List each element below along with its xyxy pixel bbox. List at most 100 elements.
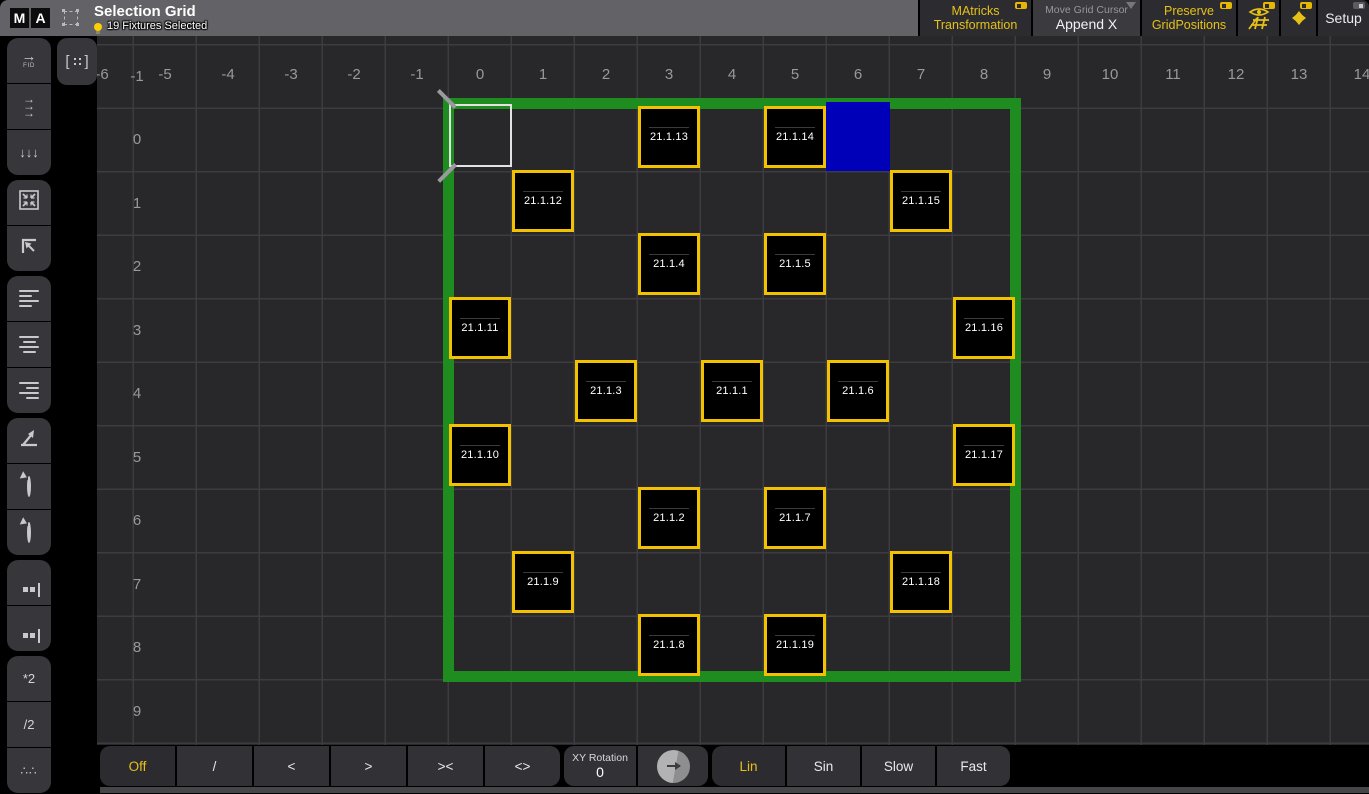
fixture-cell-21.1.13[interactable]: 21.1.13 — [638, 106, 700, 168]
fixture-id: 21.1.14 — [776, 131, 814, 143]
row-header-4[interactable]: 4 — [107, 385, 167, 402]
xy-rotation-knob-cell — [638, 746, 708, 786]
align-left-button[interactable] — [7, 276, 51, 321]
modes-group: LinSinSlowFast — [712, 746, 1010, 786]
row-header-3[interactable]: 3 — [107, 322, 167, 339]
matricks-transformation-button[interactable]: MAtricks Transformation — [920, 0, 1031, 36]
column-header-2[interactable]: 2 — [575, 66, 637, 83]
row-header-0[interactable]: 0 — [107, 131, 167, 148]
mode-fast-button[interactable]: Fast — [937, 746, 1010, 786]
column-header-4[interactable]: 4 — [701, 66, 763, 83]
fixture-cell-21.1.12[interactable]: 21.1.12 — [512, 170, 574, 232]
fixture-cell-21.1.2[interactable]: 21.1.2 — [638, 487, 700, 549]
fixture-id: 21.1.4 — [653, 258, 685, 270]
align-right-button[interactable] — [7, 368, 51, 413]
row-header-2[interactable]: 2 — [107, 258, 167, 275]
column-header-10[interactable]: 10 — [1079, 66, 1141, 83]
align-center-button[interactable] — [7, 322, 51, 367]
fixture-cell-21.1.18[interactable]: 21.1.18 — [890, 551, 952, 613]
wings-right-button[interactable]: > — [331, 746, 406, 786]
wings-left-button[interactable]: < — [254, 746, 329, 786]
column-header-0[interactable]: 0 — [449, 66, 511, 83]
column-header-11[interactable]: 11 — [1142, 66, 1204, 83]
window-grid-icon[interactable] — [64, 11, 78, 25]
corner-align-button[interactable] — [7, 226, 51, 271]
multiply-by-2-button[interactable]: *2 — [7, 656, 51, 701]
column-header-6[interactable]: 6 — [827, 66, 889, 83]
mirror-horizontal-button[interactable] — [7, 560, 51, 605]
column-header-14[interactable]: 14 — [1331, 66, 1369, 83]
column-header-8[interactable]: 8 — [953, 66, 1015, 83]
fixture-cell-21.1.4[interactable]: 21.1.4 — [638, 233, 700, 295]
interleave-icon: ∴∴ — [20, 762, 37, 780]
mirror-vertical-button[interactable] — [7, 606, 51, 651]
ma-logo-a: A — [31, 8, 50, 28]
wings-off-button[interactable]: Off — [100, 746, 175, 786]
interleave-button[interactable]: ∴∴ — [7, 748, 51, 793]
fixture-cell-21.1.3[interactable]: 21.1.3 — [575, 360, 637, 422]
window-handle-button[interactable]: [ ] — [57, 38, 97, 85]
row-header--1[interactable]: -1 — [107, 68, 167, 85]
row-header-7[interactable]: 7 — [107, 576, 167, 593]
mode-slow-button[interactable]: Slow — [862, 746, 935, 786]
column-header-9[interactable]: 9 — [1016, 66, 1078, 83]
rotation-knob[interactable] — [657, 750, 690, 783]
row-header-8[interactable]: 8 — [107, 639, 167, 656]
column-header--4[interactable]: -4 — [197, 66, 259, 83]
fixture-cell-21.1.7[interactable]: 21.1.7 — [764, 487, 826, 549]
ma-logo: M A — [10, 8, 50, 28]
arrows-down-button[interactable]: ↓↓↓ — [7, 130, 51, 175]
fixture-cell-21.1.8[interactable]: 21.1.8 — [638, 614, 700, 676]
rotate-cw-button[interactable] — [7, 464, 51, 509]
fixture-cell-21.1.6[interactable]: 21.1.6 — [827, 360, 889, 422]
wings-diverge-button[interactable]: <> — [485, 746, 560, 786]
row-header-9[interactable]: 9 — [107, 703, 167, 720]
rotate-ccw-button[interactable] — [7, 510, 51, 555]
fixture-cell-21.1.9[interactable]: 21.1.9 — [512, 551, 574, 613]
move-pad-button[interactable] — [1281, 0, 1316, 36]
move-grid-cursor-dropdown[interactable]: Move Grid Cursor Append X — [1033, 0, 1140, 36]
wings-converge-button[interactable]: >< — [408, 746, 483, 786]
bracket-right: ] — [85, 54, 89, 69]
fixture-cell-21.1.16[interactable]: 21.1.16 — [953, 297, 1015, 359]
fixture-id: 21.1.3 — [590, 385, 622, 397]
row-header-1[interactable]: 1 — [107, 195, 167, 212]
setup-label: Setup — [1325, 10, 1362, 26]
compact-icon — [18, 189, 40, 216]
fixture-cell-21.1.1[interactable]: 21.1.1 — [701, 360, 763, 422]
grid-cursor[interactable] — [826, 102, 890, 171]
compact-button[interactable] — [7, 180, 51, 225]
column-header--3[interactable]: -3 — [260, 66, 322, 83]
column-header-12[interactable]: 12 — [1205, 66, 1267, 83]
column-header--1[interactable]: -1 — [386, 66, 448, 83]
mode-lin-button[interactable]: Lin — [712, 746, 785, 786]
fixture-cell-21.1.5[interactable]: 21.1.5 — [764, 233, 826, 295]
column-header-5[interactable]: 5 — [764, 66, 826, 83]
preserve-gridpositions-button[interactable]: Preserve GridPositions — [1142, 0, 1236, 36]
column-header-1[interactable]: 1 — [512, 66, 574, 83]
row-header-6[interactable]: 6 — [107, 512, 167, 529]
fixture-cell-21.1.11[interactable]: 21.1.11 — [449, 297, 511, 359]
fixture-cell-21.1.10[interactable]: 21.1.10 — [449, 424, 511, 486]
wings-slash-button[interactable]: / — [177, 746, 252, 786]
grid-visibility-button[interactable] — [1238, 0, 1279, 36]
row-header-5[interactable]: 5 — [107, 449, 167, 466]
column-header-13[interactable]: 13 — [1268, 66, 1330, 83]
arrows-right-icon: →→→ — [23, 96, 35, 117]
divide-by-2-button[interactable]: /2 — [7, 702, 51, 747]
column-header--2[interactable]: -2 — [323, 66, 385, 83]
xy-rotation-button[interactable]: XY Rotation0 — [564, 746, 636, 786]
column-header-3[interactable]: 3 — [638, 66, 700, 83]
fid-arrow-button[interactable]: →FID — [7, 38, 51, 83]
column-header-7[interactable]: 7 — [890, 66, 952, 83]
arrows-right-button[interactable]: →→→ — [7, 84, 51, 129]
fixture-cell-21.1.15[interactable]: 21.1.15 — [890, 170, 952, 232]
selection-grid-viewport[interactable]: -6-5-4-3-2-101234567891011121314-1012345… — [97, 36, 1369, 745]
fixture-cell-21.1.17[interactable]: 21.1.17 — [953, 424, 1015, 486]
fixture-cell-21.1.19[interactable]: 21.1.19 — [764, 614, 826, 676]
mode-sin-button[interactable]: Sin — [787, 746, 860, 786]
rotate-angle-button[interactable] — [7, 418, 51, 463]
setup-button[interactable]: Setup — [1318, 0, 1369, 36]
dropdown-triangle-icon — [1126, 2, 1136, 9]
fixture-cell-21.1.14[interactable]: 21.1.14 — [764, 106, 826, 168]
